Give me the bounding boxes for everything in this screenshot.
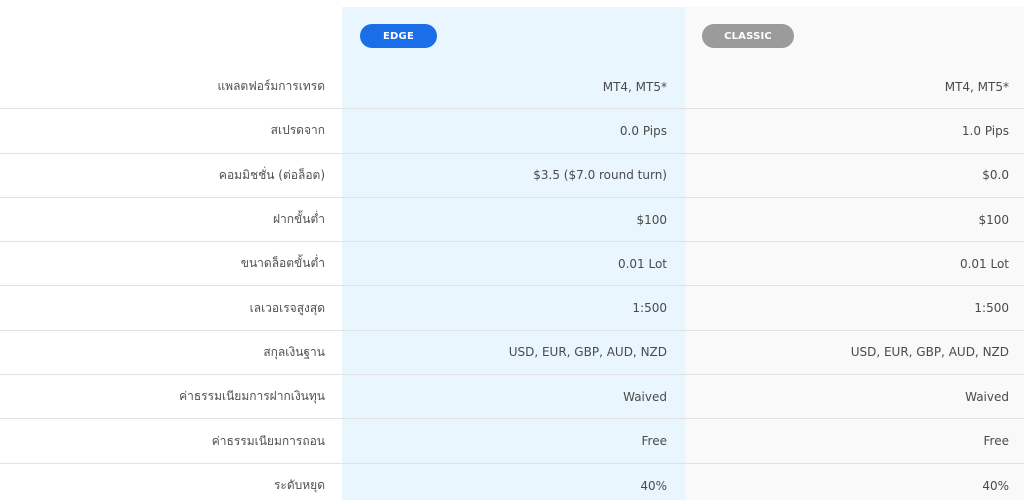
account-comparison-table: EDGE CLASSIC แพลตฟอร์มการเทรด MT4, MT5* … (0, 0, 1024, 500)
edge-value: Free (641, 434, 667, 449)
row-label: สกุลเงินฐาน (263, 344, 325, 359)
row-label: แพลตฟอร์มการเทรด (217, 79, 325, 94)
classic-account-badge[interactable]: CLASSIC (702, 24, 794, 48)
edge-value: 0.01 Lot (617, 256, 667, 271)
classic-value: Free (983, 434, 1009, 449)
edge-value: 40% (640, 478, 667, 493)
table-row-min-deposit: ฝากขั้นต่ำ $100 $100 (0, 198, 1024, 243)
table-row-min-lot: ขนาดล็อตขั้นต่ำ 0.01 Lot 0.01 Lot (0, 242, 1024, 287)
table-row-stop-out: ระดับหยุด 40% 40% (0, 464, 1024, 500)
row-label: เลเวอเรจสูงสุด (249, 300, 325, 315)
row-label: คอมมิชชั่น (ต่อล็อต) (218, 167, 325, 182)
row-label: ระดับหยุด (273, 478, 325, 493)
edge-value: MT4, MT5* (602, 79, 667, 94)
table-row-max-leverage: เลเวอเรจสูงสุด 1:500 1:500 (0, 286, 1024, 331)
edge-value: 1:500 (632, 301, 667, 316)
table-row-platform: แพลตฟอร์มการเทรด MT4, MT5* MT4, MT5* (0, 65, 1024, 110)
row-label: สเปรดจาก (270, 123, 325, 138)
table-row-spread: สเปรดจาก 0.0 Pips 1.0 Pips (0, 109, 1024, 154)
table-row-base-currency: สกุลเงินฐาน USD, EUR, GBP, AUD, NZD USD,… (0, 331, 1024, 376)
table-row-withdrawal-fee: ค่าธรรมเนียมการถอน Free Free (0, 419, 1024, 464)
edge-account-badge[interactable]: EDGE (360, 24, 437, 48)
table-header: EDGE CLASSIC (0, 0, 1024, 65)
edge-value: USD, EUR, GBP, AUD, NZD (508, 345, 667, 360)
classic-value: Waived (965, 389, 1009, 404)
classic-value: $0.0 (982, 168, 1009, 183)
row-label: ค่าธรรมเนียมการถอน (211, 433, 325, 448)
classic-value: 1.0 Pips (961, 123, 1009, 138)
classic-value: $100 (978, 212, 1009, 227)
classic-value: 0.01 Lot (959, 256, 1009, 271)
table-row-commission: คอมมิชชั่น (ต่อล็อต) $3.5 ($7.0 round tu… (0, 154, 1024, 198)
row-label: ฝากขั้นต่ำ (273, 212, 325, 227)
edge-value: Waived (623, 389, 667, 404)
row-label: ค่าธรรมเนียมการฝากเงินทุน (179, 389, 325, 404)
row-label: ขนาดล็อตขั้นต่ำ (240, 256, 325, 271)
table-row-deposit-fee: ค่าธรรมเนียมการฝากเงินทุน Waived Waived (0, 375, 1024, 420)
edge-value: 0.0 Pips (619, 123, 667, 138)
classic-value: MT4, MT5* (944, 79, 1009, 94)
edge-value: $3.5 ($7.0 round turn) (533, 168, 667, 183)
classic-value: 40% (982, 478, 1009, 493)
table-body: แพลตฟอร์มการเทรด MT4, MT5* MT4, MT5* สเป… (0, 65, 1024, 500)
classic-value: 1:500 (974, 301, 1009, 316)
edge-value: $100 (636, 212, 667, 227)
classic-value: USD, EUR, GBP, AUD, NZD (850, 345, 1009, 360)
